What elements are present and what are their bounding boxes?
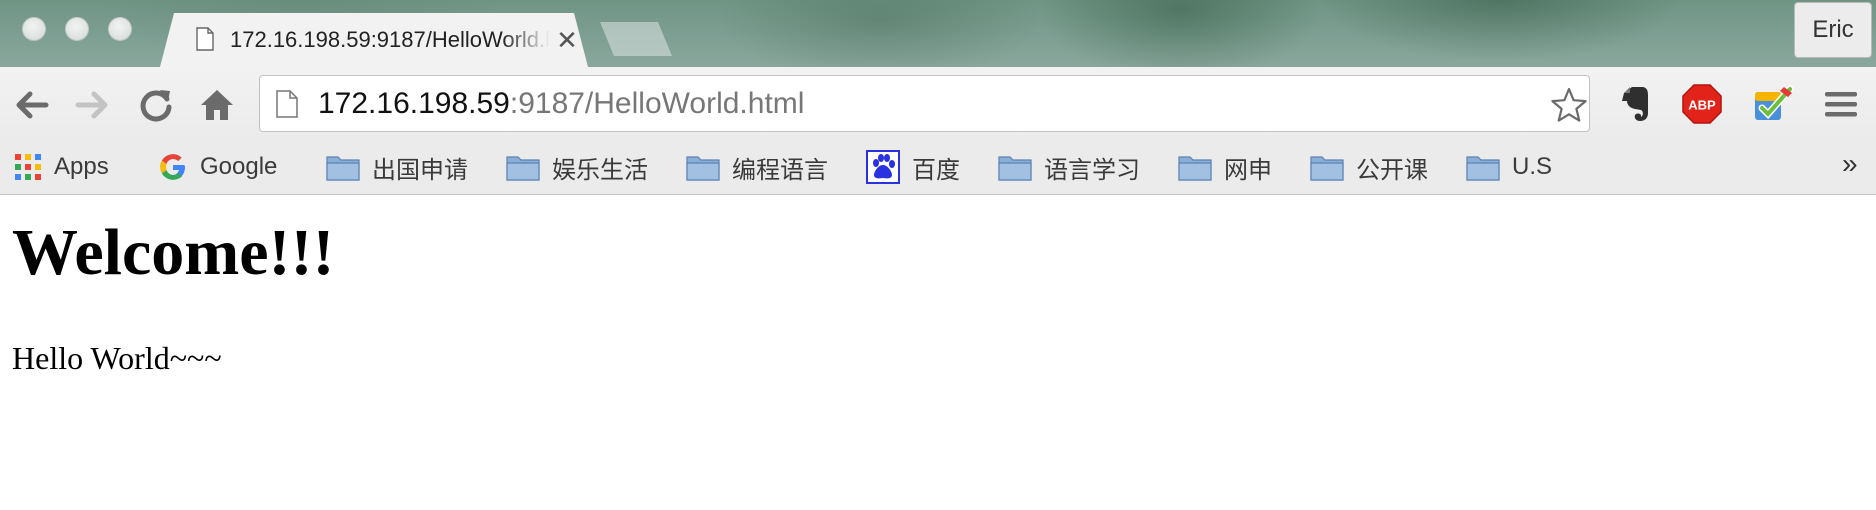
new-tab-button[interactable] [600, 22, 672, 56]
folder-icon [1466, 156, 1500, 181]
bookmark-folder[interactable]: 语言学习 [998, 140, 1140, 194]
pencil-checklist-icon[interactable] [1752, 83, 1794, 125]
window-titlebar: 172.16.198.59:9187/HelloWorld.html ✕ Eri… [0, 0, 1876, 67]
bookmark-label: 公开课 [1356, 156, 1428, 184]
bookmark-label: 网申 [1224, 156, 1272, 184]
page-heading: Welcome!!! [12, 216, 335, 289]
bookmark-google[interactable]: Google [158, 140, 277, 194]
bookmark-label: 出国申请 [372, 156, 468, 184]
home-icon[interactable] [197, 85, 237, 125]
tab-active[interactable]: 172.16.198.59:9187/HelloWorld.html ✕ [160, 13, 588, 67]
svg-text:ABP: ABP [1688, 98, 1716, 113]
bookmarks-bar: Apps Google 出国申请 娱乐生活 编程语言 百度 语言学习 网申 公开… [0, 140, 1876, 195]
bookmark-folder[interactable]: 出国申请 [326, 140, 468, 194]
tab-title: 172.16.198.59:9187/HelloWorld.html [230, 27, 550, 52]
profile-button[interactable]: Eric [1794, 2, 1872, 58]
url-text[interactable]: 172.16.198.59:9187/HelloWorld.html [318, 86, 804, 122]
bookmark-folder[interactable]: 公开课 [1310, 140, 1428, 194]
bookmark-label: 娱乐生活 [552, 156, 648, 184]
bookmark-folder[interactable]: 娱乐生活 [506, 140, 648, 194]
folder-icon [998, 156, 1032, 181]
apps-grid-icon [15, 154, 41, 180]
close-window-button[interactable] [22, 17, 46, 41]
address-bar[interactable]: 172.16.198.59:9187/HelloWorld.html [259, 75, 1590, 132]
star-icon[interactable] [1550, 86, 1588, 124]
folder-icon [506, 156, 540, 181]
bookmark-label: 语言学习 [1044, 156, 1140, 184]
hamburger-menu-icon[interactable] [1820, 83, 1862, 125]
bookmark-label: Google [200, 153, 278, 180]
page-icon [196, 27, 214, 51]
folder-icon [1310, 156, 1344, 181]
bookmark-apps[interactable]: Apps [14, 140, 109, 194]
bookmark-folder[interactable]: 网申 [1178, 140, 1272, 194]
bookmark-baidu[interactable]: 百度 [866, 140, 960, 194]
bookmark-folder[interactable]: 编程语言 [686, 140, 828, 194]
evernote-icon[interactable] [1614, 83, 1656, 125]
zoom-window-button[interactable] [108, 17, 132, 41]
forward-arrow-icon[interactable] [72, 85, 112, 125]
close-icon[interactable]: ✕ [552, 25, 582, 55]
page-paragraph: Hello World~~~ [12, 340, 222, 376]
adblock-plus-icon[interactable]: ABP [1681, 83, 1723, 125]
bookmark-label: Apps [54, 153, 109, 180]
bookmark-label: U.S [1512, 153, 1553, 180]
folder-icon [686, 156, 720, 181]
page-icon [276, 90, 298, 118]
url-path: :9187/HelloWorld.html [509, 87, 805, 120]
url-host: 172.16.198.59 [318, 87, 510, 120]
reload-icon[interactable] [136, 85, 176, 125]
bookmark-label: 百度 [912, 156, 960, 184]
page-content: Welcome!!! Hello World~~~ [0, 195, 1876, 510]
back-arrow-icon[interactable] [12, 85, 52, 125]
folder-icon [1178, 156, 1212, 181]
minimize-window-button[interactable] [65, 17, 89, 41]
bookmarks-overflow-button[interactable]: » [1842, 148, 1858, 180]
browser-toolbar: 172.16.198.59:9187/HelloWorld.html ABP [0, 67, 1876, 140]
folder-icon [326, 156, 360, 181]
google-icon [160, 154, 185, 180]
bookmark-label: 编程语言 [732, 156, 828, 184]
bookmark-folder[interactable]: U.S [1466, 140, 1552, 194]
baidu-paw-icon [866, 150, 900, 184]
